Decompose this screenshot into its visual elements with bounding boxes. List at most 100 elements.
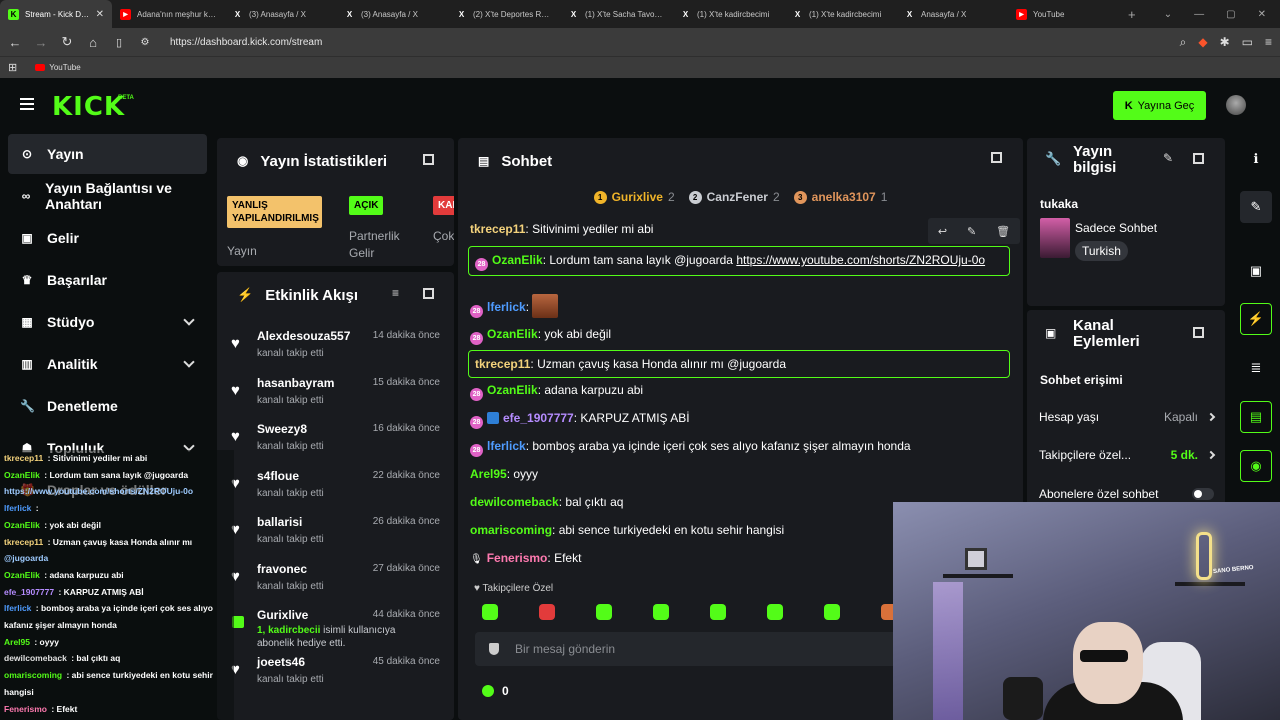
overlay-text: : bomboş araba ya içinde içeri çok ses a… [33,603,213,614]
emote-icon[interactable] [824,604,840,620]
chat-username[interactable]: Arel95 [470,467,507,481]
browser-tab[interactable]: ▶ YouTube [1008,0,1120,28]
overlay-text: : Sitivinimi yediler mi abi [45,453,148,463]
go-live-button[interactable]: K Yayına Geç [1113,91,1206,120]
browser-tab[interactable]: X (1) X'te kadircbecimi [784,0,896,28]
setting-account-age[interactable]: Hesap yaşı Kapalı [1039,410,1216,424]
chat-username[interactable]: OzanElik [492,253,543,267]
emote-icon[interactable] [653,604,669,620]
feed-username[interactable]: s4floue [257,469,299,483]
extensions-icon[interactable]: ✱ [1220,35,1230,50]
filter-icon[interactable]: ≡ [392,286,399,300]
site-settings-icon[interactable]: ⚙ [138,37,152,48]
lightning-icon[interactable]: ⚡ [1240,303,1272,335]
menu-icon[interactable]: ≡ [1265,35,1272,50]
browser-tab[interactable]: X (1) X'te Sacha Tavolieri [560,0,672,28]
close-icon[interactable]: ✕ [96,9,104,20]
subscribers-only-toggle[interactable] [1192,488,1214,500]
chat-username[interactable]: dewilcomeback [470,495,559,509]
expand-icon[interactable] [423,288,434,299]
gifted-user[interactable]: kadircbecii [268,625,320,636]
record-icon[interactable]: ◉ [1240,450,1272,482]
edit-icon[interactable]: ✎ [1163,151,1173,165]
close-window-icon[interactable]: ✕ [1258,9,1266,20]
chat-link[interactable]: https://www.youtube.com/shorts/ZN2ROUju-… [736,253,985,267]
emote-icon[interactable] [482,604,498,620]
emote-icon[interactable] [710,604,726,620]
home-icon[interactable]: ⌂ [86,35,100,50]
heart-icon: ♥ [231,428,240,445]
expand-icon[interactable] [1193,153,1204,164]
sidebar-item-3[interactable]: ♛ Başarılar [8,260,207,300]
browser-tab[interactable]: X (1) X'te kadircbecimi [672,0,784,28]
feed-username[interactable]: joeets46 [257,655,305,669]
sidebar-item-2[interactable]: ▣ Gelir [8,218,207,258]
emote-icon[interactable] [539,604,555,620]
feed-username[interactable]: fravonec [257,562,307,576]
chat-username[interactable]: lferlick [487,439,526,453]
chat-icon[interactable]: ▤ [1240,401,1272,433]
browser-tab[interactable]: X (3) Anasayfa / X [336,0,448,28]
maximize-icon[interactable]: ▢ [1226,9,1235,20]
avatar[interactable] [1226,95,1246,115]
browser-tab[interactable]: X (2) X'te Deportes Report [448,0,560,28]
apps-grid-icon[interactable]: ⊞ [8,61,17,74]
emote-icon[interactable] [767,604,783,620]
chat-username[interactable]: tkrecep11 [475,357,530,371]
info-icon[interactable]: ℹ [1240,143,1272,175]
zoom-icon[interactable]: ⌕ [1180,35,1187,50]
feed-username[interactable]: Sweezy8 [257,422,307,436]
new-tab-icon[interactable]: + [1128,7,1136,22]
browser-tab[interactable]: ▶ Adana'nın meşhur karpuzu [112,0,224,28]
feed-username[interactable]: Alexdesouza557 [257,329,350,343]
kick-logo[interactable]: KICK [52,92,125,122]
chat-username[interactable]: tkrecep11 [470,222,525,236]
forward-icon[interactable]: → [34,35,48,50]
reload-icon[interactable]: ↻ [60,34,74,50]
sidebar-item-4[interactable]: ▦ Stüdyo [8,302,207,342]
browser-tab[interactable]: X Anasayfa / X [896,0,1008,28]
chat-username[interactable]: OzanElik [487,383,538,397]
feed-username[interactable]: hasanbayram [257,376,334,390]
sidebar-item-0[interactable]: ⊙ Yayın [8,134,207,174]
leaderboard-entry[interactable]: 2 CanzFener 2 [688,190,780,204]
hamburger-menu-icon[interactable] [20,98,34,113]
browser-tab[interactable]: X (3) Anasayfa / X [224,0,336,28]
chat-username[interactable]: OzanElik [487,327,538,341]
chat-username[interactable]: lferlick [487,300,526,314]
preview-icon[interactable]: ▣ [1240,255,1272,287]
leaderboard-entry[interactable]: 3 anelka3107 1 [793,190,887,204]
brave-shield-icon[interactable]: ◆ [1198,35,1207,50]
expand-icon[interactable] [423,154,434,165]
feed-username[interactable]: Gurixlive [257,608,308,622]
bookmark-label: YouTube [49,63,81,72]
chat-username[interactable]: efe_1907777 [503,411,574,425]
feed-item: ♥ Sweezy8 16 dakika önce kanalı takip etti [217,422,454,468]
sidebar-icon[interactable]: ▭ [1242,35,1253,50]
channel-points[interactable]: 0 [482,684,509,698]
bookmark-youtube[interactable]: YouTube [35,63,81,72]
list-icon[interactable]: ≣ [1240,352,1272,384]
setting-subscribers-only[interactable]: Abonelere özel sohbet [1039,487,1214,501]
chat-username[interactable]: Fenerismo [487,551,548,565]
feed-username[interactable]: ballarisi [257,515,302,529]
setting-followers-only[interactable]: Takipçilere özel... 5 dk. [1039,448,1216,462]
leaderboard-entry[interactable]: 1 Gurixlive 2 [593,190,675,204]
bookmark-icon[interactable]: ▯ [112,36,126,49]
edit-icon[interactable]: ✎ [1240,191,1272,223]
sidebar-item-5[interactable]: ▥ Analitik [8,344,207,384]
sidebar-item-1[interactable]: ∞ Yayın Bağlantısı ve Anahtarı [8,176,207,216]
back-icon[interactable]: ← [8,35,22,50]
chevron-down-icon[interactable]: ⌄ [1164,9,1172,20]
expand-icon[interactable] [991,152,1002,163]
browser-tab[interactable]: K Stream - Kick Dashboard ✕ [0,0,112,28]
emote-icon[interactable] [596,604,612,620]
url-field[interactable]: https://dashboard.kick.com/stream [170,37,322,48]
chat-username[interactable]: omariscoming [470,523,552,537]
chat-message: 28 efe_1907777: KARPUZ ATMIŞ ABİ [470,409,1010,429]
minimize-icon[interactable]: — [1194,9,1204,20]
sidebar-item-6[interactable]: 🔧 Denetleme [8,386,207,426]
tab-title: (3) Anasayfa / X [249,9,306,19]
overlay-username: Arel95 [4,636,30,647]
expand-icon[interactable] [1193,327,1204,338]
